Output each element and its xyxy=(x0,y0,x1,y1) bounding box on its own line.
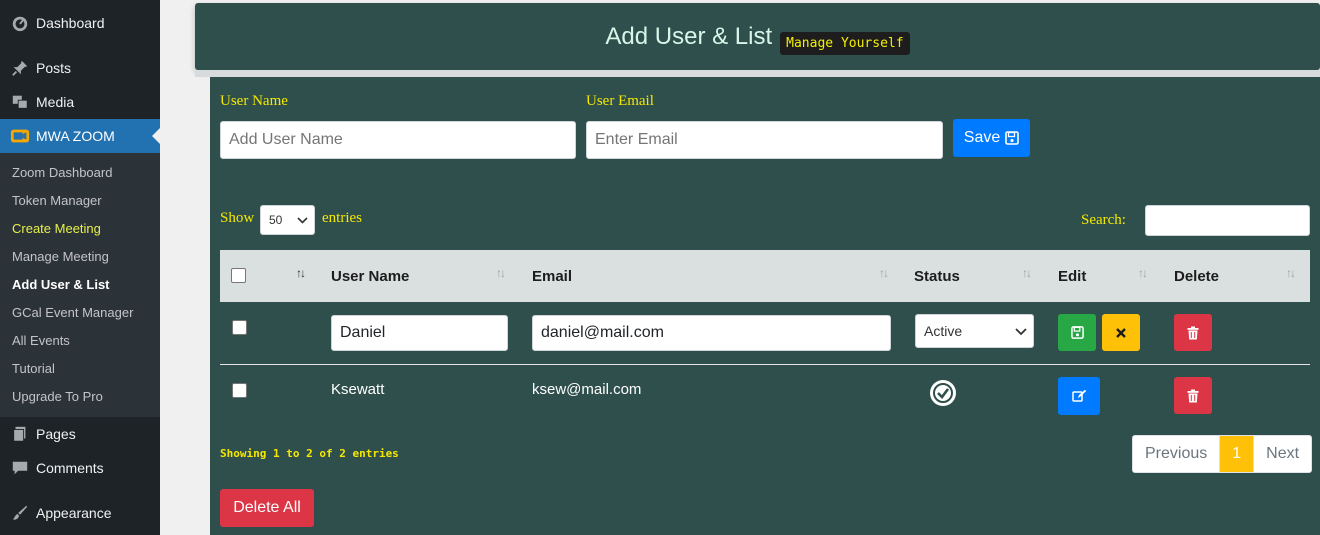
brush-icon xyxy=(10,503,30,523)
menu-label: Pages xyxy=(36,426,76,442)
submenu-upgrade-to-pro[interactable]: Upgrade To Pro xyxy=(0,383,160,411)
submenu-create-meeting[interactable]: Create Meeting xyxy=(0,215,160,243)
menu-label: Comments xyxy=(36,460,104,476)
sort-icon[interactable]: ↑↓ xyxy=(296,266,306,280)
status-value: Active xyxy=(924,323,963,339)
user-email-input[interactable] xyxy=(586,121,943,159)
menu-item-media[interactable]: Media xyxy=(0,85,160,119)
sort-icon[interactable]: ↑↓ xyxy=(496,266,506,280)
menu-item-posts[interactable]: Posts xyxy=(0,51,160,85)
select-all-checkbox[interactable] xyxy=(231,268,246,283)
floppy-icon xyxy=(1005,131,1020,145)
menu-item-pages[interactable]: Pages xyxy=(0,417,160,451)
sort-icon[interactable]: ↑↓ xyxy=(1286,266,1296,280)
column-header-email[interactable]: Email xyxy=(532,250,572,302)
comment-icon xyxy=(10,458,30,478)
sort-icon[interactable]: ↑↓ xyxy=(1022,266,1032,280)
page-title: Add User & List xyxy=(605,22,773,50)
user-email-label: User Email xyxy=(586,93,654,109)
submenu-zoom-dashboard[interactable]: Zoom Dashboard xyxy=(0,159,160,187)
floppy-icon xyxy=(1070,326,1084,339)
save-label: Save xyxy=(963,129,1001,146)
delete-row-button[interactable] xyxy=(1174,377,1212,414)
menu-item-mwa-zoom[interactable]: MWA ZOOM xyxy=(0,119,160,153)
pages-icon xyxy=(10,424,30,444)
entries-label: entries xyxy=(322,210,362,226)
menu-item-dashboard[interactable]: Dashboard xyxy=(0,6,160,40)
row-status-select[interactable]: Active xyxy=(915,314,1034,348)
edit-icon xyxy=(1071,389,1087,403)
search-label: Search: xyxy=(1081,212,1126,228)
row-divider xyxy=(220,364,1310,365)
row-name-input[interactable] xyxy=(331,315,508,351)
chevron-down-icon xyxy=(1015,323,1027,339)
show-label: Show xyxy=(220,210,255,226)
submenu-add-user-list[interactable]: Add User & List xyxy=(0,271,160,299)
save-row-button[interactable] xyxy=(1058,314,1096,351)
row-user-name: Ksewatt xyxy=(331,381,385,398)
save-button[interactable]: Save xyxy=(953,119,1030,157)
menu-label: Appearance xyxy=(36,505,112,521)
user-name-label: User Name xyxy=(220,93,288,109)
admin-sidebar: Dashboard Posts Media MWA ZOOM Zoom Dash… xyxy=(0,0,160,535)
page-number-button[interactable]: 1 xyxy=(1220,436,1255,472)
search-input[interactable] xyxy=(1145,205,1310,236)
row-checkbox[interactable] xyxy=(232,320,247,335)
pin-icon xyxy=(10,58,30,78)
menu-item-appearance[interactable]: Appearance xyxy=(0,496,160,530)
row-email: ksew@mail.com xyxy=(532,381,642,398)
user-name-input[interactable] xyxy=(220,121,576,159)
row-checkbox[interactable] xyxy=(232,383,247,398)
entries-select[interactable]: 50 xyxy=(260,205,315,235)
dashboard-icon xyxy=(10,13,30,33)
cancel-edit-button[interactable] xyxy=(1102,314,1140,351)
trash-icon xyxy=(1187,326,1199,340)
table-header: ↑↓ User Name ↑↓ Email ↑↓ Status ↑↓ Edit … xyxy=(220,250,1310,302)
submenu-manage-meeting[interactable]: Manage Meeting xyxy=(0,243,160,271)
menu-label: Posts xyxy=(36,60,72,76)
header-badge: Manage Yourself xyxy=(780,32,910,55)
row-email-input[interactable] xyxy=(532,315,891,351)
menu-label: Dashboard xyxy=(36,15,105,31)
submenu-token-manager[interactable]: Token Manager xyxy=(0,187,160,215)
status-active-icon xyxy=(930,380,956,406)
edit-row-button[interactable] xyxy=(1058,377,1100,415)
delete-all-label: Delete All xyxy=(233,499,301,516)
close-icon xyxy=(1115,327,1127,339)
sort-icon[interactable]: ↑↓ xyxy=(879,266,889,280)
next-page-button[interactable]: Next xyxy=(1254,436,1311,472)
header-divider xyxy=(195,70,1320,77)
zoom-icon xyxy=(10,126,30,146)
main-panel: User Name User Email Save Show 50 entrie… xyxy=(210,77,1320,535)
column-header-user-name[interactable]: User Name xyxy=(331,250,409,302)
submenu-gcal-event-manager[interactable]: GCal Event Manager xyxy=(0,299,160,327)
column-header-status[interactable]: Status xyxy=(914,250,960,302)
submenu-tutorial[interactable]: Tutorial xyxy=(0,355,160,383)
menu-item-comments[interactable]: Comments xyxy=(0,451,160,485)
media-icon xyxy=(10,92,30,112)
previous-page-button[interactable]: Previous xyxy=(1133,436,1221,472)
page-header: Add User & List Manage Yourself xyxy=(195,3,1320,70)
pagination: Previous 1 Next xyxy=(1132,435,1313,473)
sort-icon[interactable]: ↑↓ xyxy=(1138,266,1148,280)
trash-icon xyxy=(1187,389,1199,403)
menu-label: Media xyxy=(36,94,75,110)
submenu-all-events[interactable]: All Events xyxy=(0,327,160,355)
table-info: Showing 1 to 2 of 2 entries xyxy=(220,447,399,460)
entries-value: 50 xyxy=(269,213,283,227)
zoom-submenu: Zoom Dashboard Token Manager Create Meet… xyxy=(0,153,160,417)
column-header-delete[interactable]: Delete xyxy=(1174,250,1219,302)
chevron-down-icon xyxy=(297,213,308,227)
column-header-edit[interactable]: Edit xyxy=(1058,250,1086,302)
delete-row-button[interactable] xyxy=(1174,314,1212,351)
delete-all-button[interactable]: Delete All xyxy=(220,489,314,527)
menu-label: MWA ZOOM xyxy=(36,128,115,144)
